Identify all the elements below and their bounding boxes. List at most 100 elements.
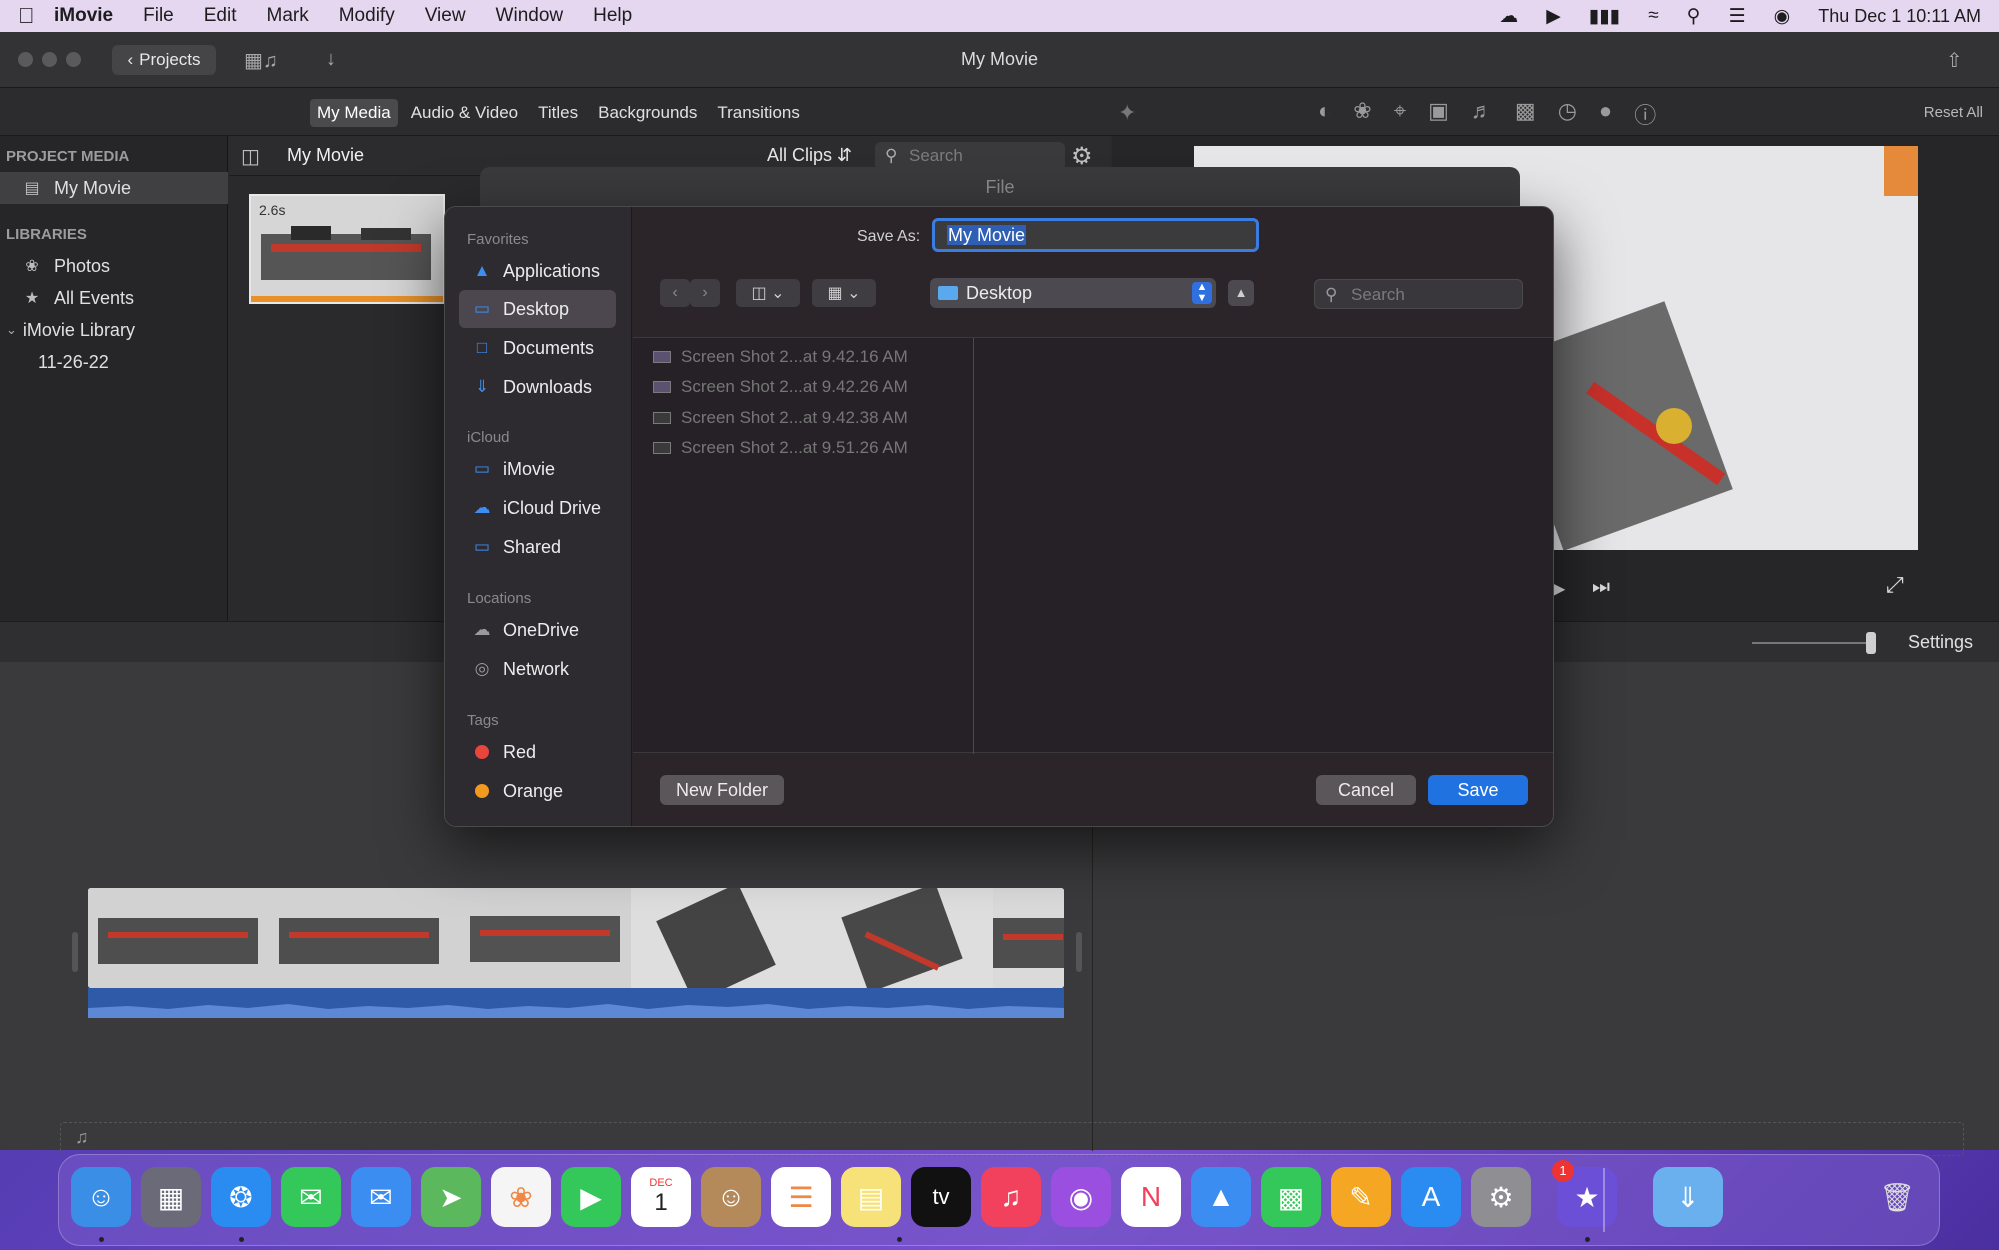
color-balance-icon[interactable]: ◐	[1318, 98, 1331, 130]
browser-search-input[interactable]: ⚲ Search	[875, 142, 1065, 170]
wifi-icon[interactable]: ≈	[1648, 5, 1658, 27]
numbers-icon[interactable]: ▩	[1261, 1167, 1321, 1227]
pages-icon[interactable]: ✎	[1331, 1167, 1391, 1227]
dialog-sidebar-tag-red[interactable]: Red	[459, 733, 616, 771]
clip-trim-handle-left[interactable]	[72, 932, 78, 972]
siri-icon[interactable]: ◉	[1774, 5, 1791, 28]
column-divider[interactable]	[973, 338, 974, 754]
timeline-zoom-track[interactable]	[1752, 642, 1874, 644]
reset-all-button[interactable]: Reset All	[1924, 104, 1983, 121]
podcasts-icon[interactable]: ◉	[1051, 1167, 1111, 1227]
mail-icon[interactable]: ✉	[351, 1167, 411, 1227]
dialog-search-input[interactable]: ⚲ Search	[1314, 279, 1523, 309]
info-icon[interactable]: ⓘ	[1634, 98, 1656, 130]
view-mode-button[interactable]: ◫ ⌄	[736, 279, 800, 307]
dialog-sidebar-item-network[interactable]: ◎ Network	[459, 650, 616, 688]
clip-filter-icon[interactable]: ●	[1599, 98, 1612, 130]
dialog-sidebar-item-documents[interactable]: □ Documents	[459, 329, 616, 367]
tab-backgrounds[interactable]: Backgrounds	[591, 99, 704, 127]
menu-window[interactable]: Window	[496, 5, 564, 27]
dialog-sidebar-item-icloud-drive[interactable]: ☁ iCloud Drive	[459, 489, 616, 527]
crop-icon[interactable]: ⌖	[1394, 98, 1406, 130]
sidebar-item-photos[interactable]: ❀ Photos	[0, 250, 228, 282]
dialog-sidebar-item-desktop[interactable]: ▭ Desktop	[459, 290, 616, 328]
file-item[interactable]: Screen Shot 2...at 9.42.38 AM	[653, 405, 908, 431]
menu-modify[interactable]: Modify	[339, 5, 395, 27]
skip-forward-icon[interactable]: ⏭	[1592, 576, 1610, 599]
photos-icon[interactable]: ❀	[491, 1167, 551, 1227]
clip-trim-handle-right[interactable]	[1076, 932, 1082, 972]
calendar-icon[interactable]: DEC 1	[631, 1167, 691, 1227]
file-item[interactable]: Screen Shot 2...at 9.51.26 AM	[653, 435, 908, 461]
music-icon[interactable]: ♫	[981, 1167, 1041, 1227]
facetime-icon[interactable]: ▶	[561, 1167, 621, 1227]
sidebar-item-imovie-library[interactable]: ⌄ iMovie Library	[0, 314, 228, 346]
control-center-icon[interactable]: ☰	[1729, 5, 1746, 28]
dialog-sidebar-item-onedrive[interactable]: ☁ OneDrive	[459, 611, 616, 649]
timeline-video-clip[interactable]	[88, 888, 1064, 988]
timeline-audio-waveform[interactable]	[88, 988, 1064, 1018]
menu-edit[interactable]: Edit	[204, 5, 237, 27]
disclosure-chevron-icon[interactable]: ⌄	[6, 322, 17, 338]
dialog-sidebar-item-downloads[interactable]: ⇓ Downloads	[459, 368, 616, 406]
trash-icon[interactable]: 🗑	[1867, 1167, 1927, 1227]
notes-icon[interactable]: ▤	[841, 1167, 901, 1227]
sidebar-item-all-events[interactable]: ★ All Events	[0, 282, 228, 314]
menu-mark[interactable]: Mark	[267, 5, 309, 27]
dialog-sidebar-item-shared[interactable]: ▭ Shared	[459, 528, 616, 566]
sidebar-item-event-date[interactable]: 11-26-22	[0, 346, 228, 378]
maps-icon[interactable]: ➤	[421, 1167, 481, 1227]
contacts-icon[interactable]: ☺	[701, 1167, 761, 1227]
file-item[interactable]: Screen Shot 2...at 9.42.16 AM	[653, 344, 908, 370]
spotlight-search-icon[interactable]: ⚲	[1687, 5, 1701, 28]
messages-icon[interactable]: ✉	[281, 1167, 341, 1227]
apple-tv-icon[interactable]: tv	[911, 1167, 971, 1227]
location-dropdown[interactable]: Desktop ▲ ▼	[930, 278, 1216, 308]
save-as-field[interactable]: My Movie	[932, 218, 1259, 252]
menu-file[interactable]: File	[143, 5, 174, 27]
battery-icon[interactable]: ▮▮▮	[1589, 5, 1620, 28]
dialog-sidebar-item-applications[interactable]: ▲ Applications	[459, 252, 616, 290]
news-icon[interactable]: N	[1121, 1167, 1181, 1227]
apple-menu-icon[interactable]: 	[18, 3, 54, 29]
new-folder-button[interactable]: New Folder	[660, 775, 784, 805]
keynote-icon[interactable]: ▲	[1191, 1167, 1251, 1227]
sidebar-item-my-movie[interactable]: ▤ My Movie	[0, 172, 228, 204]
volume-icon[interactable]: ♬	[1471, 98, 1493, 130]
reminders-icon[interactable]: ☰	[771, 1167, 831, 1227]
collapse-dialog-button[interactable]: ▲	[1228, 280, 1254, 306]
play-status-icon[interactable]: ▶	[1546, 5, 1561, 28]
finder-icon[interactable]: ☺	[71, 1167, 131, 1227]
tab-audio-video[interactable]: Audio & Video	[404, 99, 525, 127]
timeline-settings-button[interactable]: Settings	[1908, 632, 1973, 653]
group-by-button[interactable]: ▦ ⌄	[812, 279, 876, 307]
all-clips-filter[interactable]: All Clips ⇵	[767, 145, 852, 166]
dialog-sidebar-tag-orange[interactable]: Orange	[459, 772, 616, 810]
color-palette-icon[interactable]: ❀	[1353, 98, 1371, 130]
background-music-well[interactable]: ♫	[60, 1122, 1964, 1156]
speed-gauge-icon[interactable]: ◷	[1558, 98, 1577, 130]
share-icon[interactable]: ⇧	[1946, 48, 1963, 73]
app-store-icon[interactable]: A	[1401, 1167, 1461, 1227]
safari-icon[interactable]: ❂	[211, 1167, 271, 1227]
sidebar-toggle-icon[interactable]: ◫	[241, 144, 260, 169]
menu-app-name[interactable]: iMovie	[54, 5, 113, 27]
file-item[interactable]: Screen Shot 2...at 9.42.26 AM	[653, 374, 908, 400]
system-settings-icon[interactable]: ⚙	[1471, 1167, 1531, 1227]
equalizer-icon[interactable]: ▩	[1515, 98, 1536, 130]
timeline-zoom-slider[interactable]	[1866, 632, 1876, 654]
menu-clock[interactable]: Thu Dec 1 10:11 AM	[1818, 6, 1981, 27]
save-button[interactable]: Save	[1428, 775, 1528, 805]
back-button[interactable]: ‹	[660, 279, 690, 307]
launchpad-icon[interactable]: ▦	[141, 1167, 201, 1227]
magic-wand-icon[interactable]: ✦	[1118, 100, 1136, 126]
onedrive-cloud-icon[interactable]: ☁	[1499, 5, 1518, 28]
dialog-sidebar-item-imovie[interactable]: ▭ iMovie	[459, 450, 616, 488]
fullscreen-icon[interactable]: ⤢	[1886, 572, 1904, 598]
clip-thumbnail[interactable]: 2.6s	[249, 194, 445, 304]
tab-transitions[interactable]: Transitions	[710, 99, 807, 127]
tab-titles[interactable]: Titles	[531, 99, 585, 127]
forward-button[interactable]: ›	[690, 279, 720, 307]
menu-view[interactable]: View	[425, 5, 466, 27]
tab-my-media[interactable]: My Media	[310, 99, 398, 127]
